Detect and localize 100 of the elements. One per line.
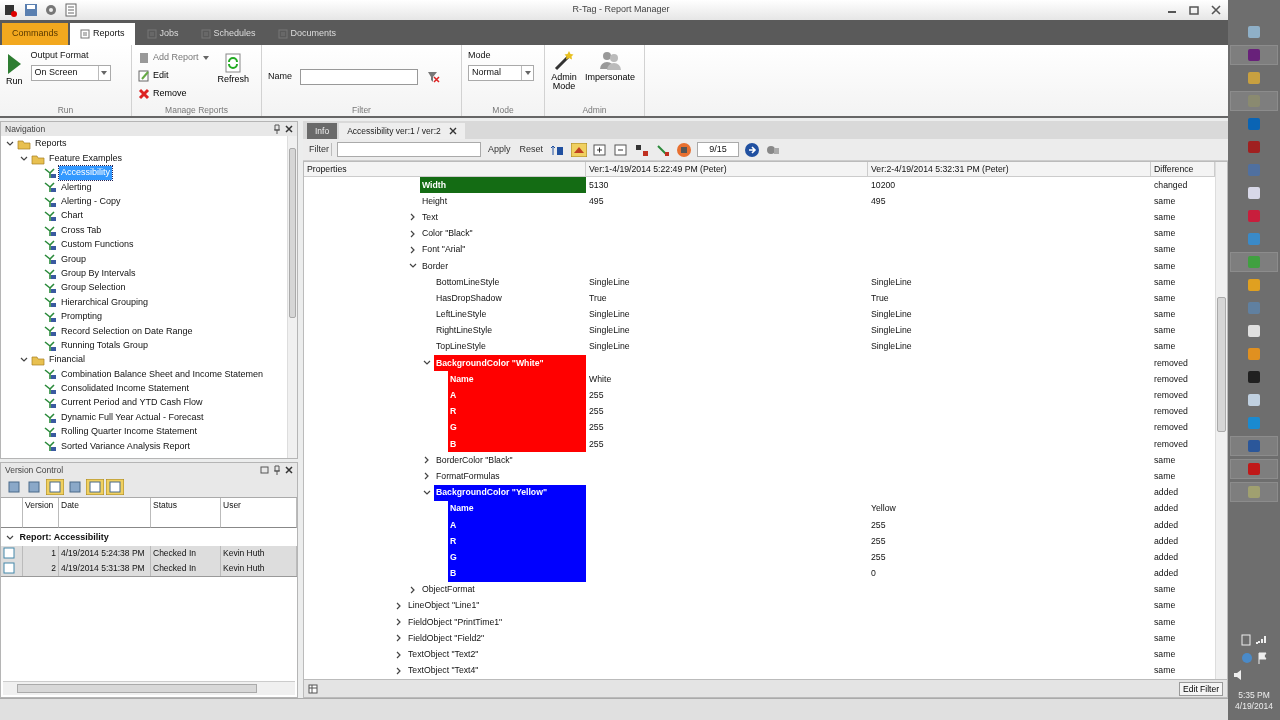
float-icon[interactable] — [260, 466, 269, 474]
tree-item[interactable]: Cross Tab — [59, 223, 104, 238]
close-icon[interactable] — [1208, 3, 1224, 17]
ribbon-tab[interactable]: Schedules — [190, 23, 266, 45]
group-label: Admin — [581, 104, 608, 116]
tree-item[interactable]: Consolidated Income Statement — [59, 382, 192, 396]
name-field[interactable] — [300, 68, 418, 85]
column-header: Ver:1-4/19/2014 5:22:49 PM (Peter) — [586, 162, 868, 177]
clear-filter-icon[interactable] — [426, 69, 440, 84]
tree-item[interactable]: Alerting — [59, 180, 94, 195]
filter-button[interactable]: Filter — [307, 142, 332, 157]
refresh-button[interactable]: Refresh — [217, 53, 250, 104]
tree-item[interactable]: Chart — [59, 209, 85, 223]
tree-item[interactable]: Current Period and YTD Cash Flow — [59, 396, 205, 410]
highlight-icon[interactable] — [571, 142, 588, 157]
add-report-button[interactable]: Add Report — [138, 49, 210, 67]
restore-icon[interactable] — [1186, 3, 1202, 17]
close-icon[interactable] — [285, 125, 293, 133]
edit-button[interactable]: Edit — [138, 67, 210, 85]
filter-cell[interactable] — [1, 513, 23, 528]
filter-field[interactable] — [337, 142, 481, 157]
pin-icon[interactable] — [273, 124, 281, 134]
document-tab[interactable]: Accessibility ver:1 / ver:2 — [339, 123, 465, 139]
gear-icon[interactable] — [44, 3, 58, 17]
filter-cell[interactable] — [23, 513, 59, 528]
filter-cell[interactable] — [59, 513, 151, 528]
filter-cell[interactable] — [151, 513, 221, 528]
close-icon[interactable] — [448, 127, 457, 135]
scrollbar[interactable] — [3, 681, 295, 695]
value-cell: 255 — [589, 390, 604, 400]
grid-icon[interactable] — [308, 683, 318, 694]
property-name: BottomLineStyle — [435, 275, 501, 289]
tree-item[interactable]: Custom Functions — [59, 238, 136, 252]
save-icon[interactable] — [24, 3, 38, 17]
scrollbar[interactable] — [287, 136, 297, 458]
app-icon — [1248, 118, 1260, 130]
app-icon — [1248, 417, 1260, 429]
scrollbar[interactable] — [1215, 162, 1227, 679]
mode-select[interactable]: Normal — [468, 64, 534, 81]
tree-item[interactable]: Prompting — [59, 310, 105, 324]
taskbar-button[interactable] — [1230, 45, 1278, 65]
taskbar-button[interactable] — [1230, 459, 1278, 479]
tree-item[interactable]: Record Selection on Date Range — [59, 324, 195, 338]
flag-icon[interactable] — [1257, 651, 1268, 664]
tree-item[interactable]: Rolling Quarter Income Statement — [59, 425, 200, 439]
tree-item[interactable]: Feature Examples — [47, 151, 125, 166]
impersonate-button[interactable]: Impersonate — [585, 49, 636, 104]
document-icon — [3, 561, 15, 574]
run-button[interactable]: Run — [6, 53, 23, 104]
tree-item[interactable]: Alerting - Copy — [59, 195, 123, 209]
tree-item[interactable]: Sorted Variance Analysis Report — [59, 439, 192, 454]
edit-filter-button[interactable]: Edit Filter — [1179, 681, 1223, 696]
report-icon — [43, 397, 57, 410]
filter-cell[interactable] — [221, 513, 297, 528]
difference-cell: same — [1154, 325, 1176, 336]
tree-item[interactable]: Hierarchical Grouping — [59, 295, 151, 310]
admin-mode-button[interactable]: Admin Mode — [551, 49, 577, 104]
tree-item[interactable]: Group Selection — [59, 281, 128, 295]
list-icon[interactable] — [64, 3, 78, 17]
property-name: HasDropShadow — [435, 291, 503, 305]
ribbon-tab[interactable]: Reports — [70, 23, 135, 45]
ribbon-tab[interactable]: Commands — [2, 23, 68, 45]
remove-button[interactable]: Remove — [138, 85, 210, 103]
clock[interactable]: 5:35 PM 4/19/2014 — [1235, 689, 1273, 712]
reset-button[interactable]: Reset — [517, 142, 546, 157]
taskbar-button[interactable] — [1230, 436, 1278, 456]
output-format-select[interactable]: On Screen — [30, 64, 111, 81]
app-icon — [1248, 394, 1260, 406]
tree-item[interactable]: Group By Intervals — [59, 266, 138, 281]
ribbon-tab[interactable]: Jobs — [136, 23, 189, 45]
group-label: Filter — [351, 104, 372, 116]
pin-icon[interactable] — [273, 465, 281, 475]
document-tab[interactable]: Info — [307, 123, 338, 139]
table-cell: Kevin Huth — [221, 545, 297, 561]
tree-item[interactable]: Financial — [47, 353, 88, 367]
value-cell: White — [589, 373, 612, 384]
tree-item[interactable]: Dynamic Full Year Actual - Forecast — [59, 410, 206, 425]
expand-all-icon[interactable] — [592, 142, 609, 157]
difference-cell: same — [1154, 195, 1176, 206]
window-title: R-Tag - Report Manager — [571, 3, 671, 17]
report-icon — [43, 426, 57, 438]
report-icon — [43, 253, 57, 266]
tab-page-icon — [80, 29, 90, 39]
apply-button[interactable]: Apply — [486, 142, 513, 157]
tree-item[interactable]: Combination Balance Sheet and Income Statemen — [59, 367, 266, 382]
app-icon — [1248, 187, 1260, 199]
signal-icon[interactable] — [1255, 634, 1268, 645]
tablet-icon[interactable] — [1240, 634, 1251, 647]
tree-item[interactable]: Reports — [33, 137, 69, 151]
difference-cell: same — [1154, 600, 1176, 611]
close-icon[interactable] — [285, 466, 293, 474]
stop-icon[interactable] — [676, 142, 693, 157]
tree-item[interactable]: Group — [59, 252, 88, 267]
go-icon[interactable] — [744, 141, 761, 158]
ribbon-tab[interactable]: Documents — [267, 23, 347, 45]
app-icon — [1248, 164, 1260, 176]
difference-cell: same — [1154, 341, 1176, 352]
tree-item[interactable]: Running Totals Group — [59, 338, 150, 353]
value-cell: 255 — [871, 551, 886, 562]
users-icon — [599, 49, 621, 71]
